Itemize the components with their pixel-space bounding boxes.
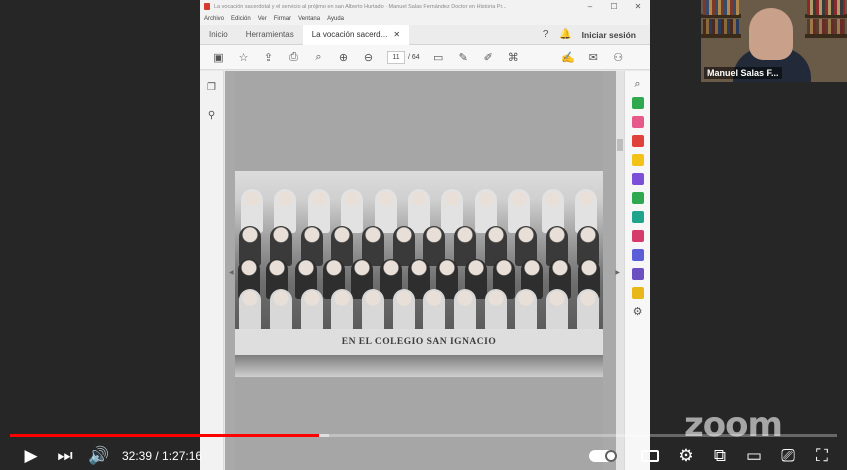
bell-icon[interactable]: 🔔 [556,29,576,40]
next-icon[interactable]: ⏭ [48,446,82,466]
acrobat-tab-bar: Inicio Herramientas La vocación sacerd..… [200,24,650,45]
progress-buffered [319,434,330,437]
organize-icon[interactable] [631,192,644,204]
zoom-logo: zoom [684,405,783,445]
collapse-left-icon[interactable]: ◀ [229,269,234,276]
zoom-out-icon[interactable]: ⌕ [306,51,331,64]
create-pdf-icon[interactable] [631,135,644,147]
acrobat-window: La vocación sacerdotal y el servicio al … [200,0,650,470]
settings-gear-icon[interactable]: ⚙ [669,446,703,466]
menu-ayuda[interactable]: Ayuda [327,16,344,22]
photo-figure [515,289,538,331]
share-icon[interactable]: ⚇ [606,51,631,64]
photo-figure [576,289,599,331]
comment-tool-icon[interactable] [631,154,644,166]
maximize-icon[interactable]: ☐ [602,2,626,11]
webcam-thumbnail: Manuel Salas F... [701,0,847,82]
window-title: La vocación sacerdotal y el servicio al … [214,3,507,10]
acrobat-title-bar: La vocación sacerdotal y el servicio al … [200,0,650,13]
photo-figure [361,289,384,331]
tab-home[interactable]: Inicio [200,25,237,45]
photo-figure [392,289,415,331]
pdf-icon [204,3,210,10]
photo-figure [484,289,507,331]
fullscreen-icon[interactable]: ⛶ [805,446,839,466]
sign-icon[interactable]: ✍ [556,51,581,64]
send-sign-icon[interactable] [631,268,644,280]
theater-mode-icon[interactable]: ▭ [737,446,771,466]
play-icon[interactable]: ▶ [14,446,48,466]
fill-sign-icon[interactable] [631,230,644,242]
stamp-icon[interactable]: ⌘ [501,51,526,64]
left-navigation-rail: ❐ ⚲ [200,71,224,470]
photo-figure [453,289,476,331]
tools-rail: ⌕ ⚙ [624,71,650,470]
page-up-icon[interactable]: ⊕ [331,51,356,64]
miniplayer-icon[interactable]: ⧉ [703,446,737,466]
acrobat-menu-bar: Archivo Edición Ver Firmar Ventana Ayuda [200,13,650,25]
page-indicator: 11 / 64 [387,50,420,64]
school-photo [235,171,603,331]
edit-pdf-icon[interactable] [631,116,644,128]
minimize-icon[interactable]: – [578,2,602,11]
print-icon[interactable]: ⎙ [281,51,306,64]
page-number-input[interactable]: 11 [387,50,405,64]
tab-close-icon[interactable]: ✕ [393,25,400,45]
photo-strip [235,355,603,377]
captions-icon[interactable] [641,450,659,462]
zoom-in-icon[interactable]: ⌕ [632,78,644,90]
document-viewport[interactable]: ◀ EN EL COLEGIO SAN IGNACIO ▶ [225,71,624,470]
photo-figure [269,289,292,331]
attachment-icon[interactable]: ⚲ [200,105,223,127]
menu-ver[interactable]: Ver [258,16,267,22]
mail-icon[interactable]: ✉ [581,51,606,64]
cast-icon[interactable]: ⎚ [771,446,805,466]
presenter-face [749,8,793,60]
photo-figure [239,289,262,331]
player-controls: ▶ ⏭ 🔊 32:39 / 1:27:16 ⚙ ⧉ ▭ ⎚ ⛶ [0,442,847,470]
tab-document[interactable]: La vocación sacerd... ✕ [302,24,410,45]
upload-icon[interactable]: ⇪ [256,51,281,64]
progress-bar[interactable] [10,434,837,437]
protect-icon[interactable] [631,249,644,261]
help-icon[interactable]: ? [536,29,556,40]
page-total: / 64 [408,53,420,61]
comment-icon[interactable]: ▭ [426,51,451,64]
collapse-right-icon[interactable]: ▶ [615,269,620,276]
pen-icon[interactable]: ✎ [451,51,476,64]
more-tools-icon[interactable] [631,287,644,299]
page-down-icon[interactable]: ⊖ [356,51,381,64]
login-button[interactable]: Iniciar sesión [576,30,650,40]
progress-played [10,434,320,437]
acrobat-toolbar: ▣ ☆ ⇪ ⎙ ⌕ ⊕ ⊖ 11 / 64 ▭ ✎ ✐ ⌘ ✍ ✉ ⚇ [200,45,650,70]
menu-firmar[interactable]: Firmar [274,16,291,22]
timecode: 32:39 / 1:27:16 [122,449,203,463]
menu-archivo[interactable]: Archivo [204,16,224,22]
tab-document-label: La vocación sacerd... [311,29,388,39]
photo-row [235,289,603,331]
pdf-page: EN EL COLEGIO SAN IGNACIO [235,71,603,470]
photo-figure [423,289,446,331]
photo-figure [300,289,323,331]
settings-icon[interactable]: ⚙ [632,306,644,318]
scan-icon[interactable] [631,211,644,223]
tab-tools[interactable]: Herramientas [237,25,303,45]
pages-thumbnail-icon[interactable]: ❐ [200,77,223,99]
photo-caption: EN EL COLEGIO SAN IGNACIO [235,329,603,355]
participant-name: Manuel Salas F... [704,67,782,79]
photo-figure [545,289,568,331]
save-icon[interactable]: ▣ [206,51,231,64]
autoplay-toggle[interactable] [589,450,617,462]
photo-figure [331,289,354,331]
menu-ventana[interactable]: Ventana [298,16,320,22]
star-icon[interactable]: ☆ [231,51,256,64]
volume-icon[interactable]: 🔊 [82,446,116,466]
menu-edicion[interactable]: Edición [231,16,251,22]
close-icon[interactable]: ✕ [626,2,650,11]
scrollbar-thumb[interactable] [617,139,623,151]
video-stage: La vocación sacerdotal y el servicio al … [0,0,847,470]
highlight-icon[interactable]: ✐ [476,51,501,64]
combine-icon[interactable] [631,173,644,185]
export-pdf-icon[interactable] [631,97,644,109]
